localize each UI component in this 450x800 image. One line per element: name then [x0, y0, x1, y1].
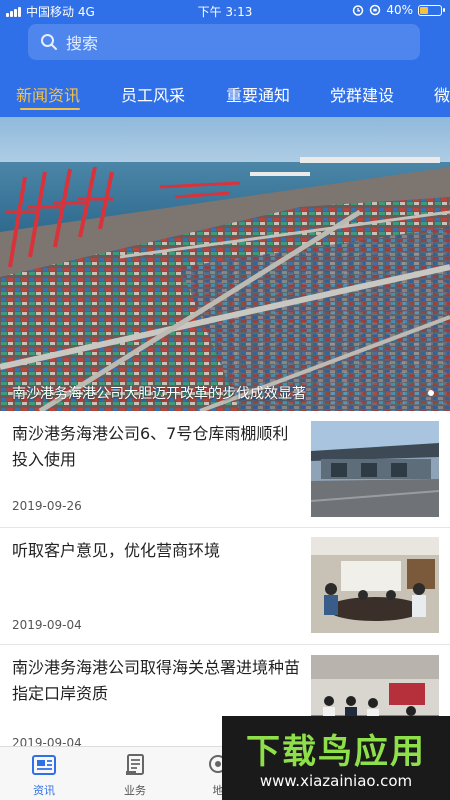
tab-party[interactable]: 党群建设 — [330, 82, 394, 106]
nav-business-label: 业务 — [124, 784, 146, 797]
news-date: 2019-09-26 — [12, 499, 82, 513]
battery-icon — [418, 4, 445, 16]
watermark-title: 下载鸟应用 — [246, 732, 426, 772]
tab-staff[interactable]: 员工风采 — [121, 82, 185, 106]
nav-news-label: 资讯 — [33, 784, 55, 797]
news-thumbnail — [311, 537, 439, 633]
news-item[interactable]: 南沙港务海港公司6、7号仓库雨棚顺利投入使用 2019-09-26 — [0, 411, 450, 528]
news-date: 2019-09-04 — [12, 618, 82, 632]
active-tab-indicator — [20, 108, 80, 110]
document-icon — [126, 754, 144, 775]
watermark-logo: 下载鸟应用 www.xiazainiao.com — [222, 716, 450, 800]
tab-news[interactable]: 新闻资讯 — [16, 82, 80, 106]
news-title: 南沙港务海港公司取得海关总署进境种苗指定口岸资质 — [12, 658, 301, 703]
battery-percent: 40% — [386, 3, 413, 17]
banner-caption: 南沙港务海港公司大胆迈开改革的步伐成效显著 — [12, 386, 306, 402]
tab-notices[interactable]: 重要通知 — [226, 82, 290, 106]
carousel-dot-active[interactable] — [428, 390, 434, 396]
news-icon — [32, 755, 56, 775]
search-icon — [41, 34, 57, 50]
tab-wei[interactable]: 微 — [434, 82, 450, 106]
status-bar: 中国移动 4G 下午 3:13 40% — [0, 0, 450, 22]
news-title: 南沙港务海港公司6、7号仓库雨棚顺利投入使用 — [12, 424, 289, 469]
app-header: 中国移动 4G 下午 3:13 40% 搜索 新闻资讯 员工风采 重要通知 党群… — [0, 0, 450, 117]
nav-business[interactable]: 业务 — [115, 753, 155, 798]
search-placeholder: 搜索 — [66, 34, 99, 53]
watermark-url: www.xiazainiao.com — [259, 772, 413, 790]
news-item[interactable]: 听取客户意见，优化营商环境 2019-09-04 — [0, 528, 450, 645]
rotation-lock-icon — [370, 4, 381, 16]
port-aerial-image — [0, 117, 450, 411]
alarm-icon — [353, 5, 364, 16]
search-bar[interactable]: 搜索 — [28, 24, 420, 60]
category-tabs: 新闻资讯 员工风采 重要通知 党群建设 微 — [0, 78, 450, 117]
news-thumbnail — [311, 421, 439, 517]
nav-news[interactable]: 资讯 — [24, 753, 64, 798]
banner-carousel[interactable]: 南沙港务海港公司大胆迈开改革的步伐成效显著 — [0, 117, 450, 411]
news-title: 听取客户意见，优化营商环境 — [12, 541, 221, 560]
